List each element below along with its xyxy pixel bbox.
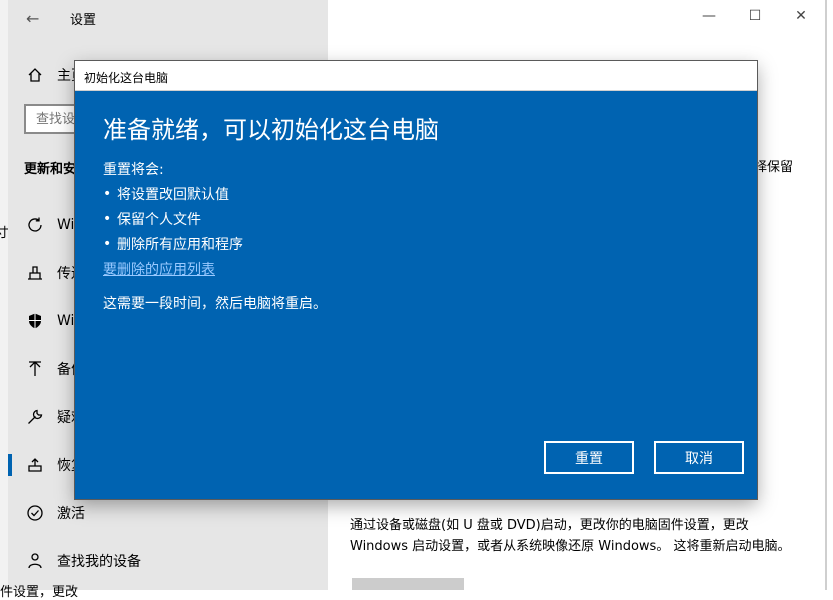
close-button[interactable]: ✕ — [778, 0, 824, 32]
sync-icon — [23, 213, 47, 237]
list-item-text: 删除所有应用和程序 — [117, 237, 243, 253]
window-border — [825, 0, 827, 590]
sidebar-item-activation[interactable]: 激活 — [8, 493, 328, 533]
minimize-icon: — — [702, 8, 716, 24]
edge-text-fragment: 寸 — [0, 226, 8, 241]
dialog-titlebar: 初始化这台电脑 — [75, 61, 757, 91]
list-item-text: 保留个人文件 — [117, 212, 201, 228]
sidebar-item-label: Wi — [57, 217, 75, 233]
dialog-intro: 重置将会: — [103, 162, 164, 178]
advanced-startup-description: 通过设备或磁盘(如 U 盘或 DVD)启动，更改你的电脑固件设置，更改 Wind… — [350, 518, 791, 554]
close-icon: ✕ — [795, 8, 807, 24]
sidebar-item-label: 激活 — [57, 506, 85, 522]
apps-to-remove-link[interactable]: 要删除的应用列表 — [103, 259, 215, 279]
background-window-edge: 寸 — [0, 0, 8, 590]
cut-off-text: 件设置，更改 — [0, 585, 79, 600]
restart-now-button[interactable] — [352, 578, 464, 590]
home-icon — [23, 63, 47, 87]
minimize-button[interactable]: — — [686, 0, 732, 32]
reset-pc-dialog: 初始化这台电脑 准备就绪，可以初始化这台电脑 重置将会: • 将设置改回默认值 … — [75, 61, 757, 499]
person-location-icon — [23, 549, 47, 573]
list-item: • 将设置改回默认值 — [103, 184, 229, 204]
section-heading: 更新和安 — [24, 162, 77, 177]
maximize-button[interactable]: ☐ — [732, 0, 778, 32]
backup-arrow-icon — [23, 357, 47, 381]
maximize-icon: ☐ — [748, 8, 762, 24]
recovery-icon — [23, 453, 47, 477]
check-circle-icon — [23, 501, 47, 525]
bullet-icon: • — [103, 236, 112, 252]
shield-icon — [23, 309, 47, 333]
app-title: 设置 — [70, 13, 97, 28]
delivery-icon — [23, 261, 47, 285]
dialog-heading: 准备就绪，可以初始化这台电脑 — [103, 116, 439, 144]
sidebar-item-find-my-device[interactable]: 查找我的设备 — [8, 541, 328, 581]
back-arrow-icon[interactable]: ← — [26, 9, 39, 28]
dialog-title: 初始化这台电脑 — [84, 71, 169, 85]
bullet-icon: • — [103, 186, 112, 202]
list-item-text: 将设置改回默认值 — [117, 187, 229, 203]
dialog-note: 这需要一段时间，然后电脑将重启。 — [103, 296, 327, 312]
reset-button[interactable]: 重置 — [544, 441, 634, 474]
list-item: • 删除所有应用和程序 — [103, 234, 243, 254]
sidebar-item-label: Wi — [57, 313, 75, 329]
sidebar-item-label: 查找我的设备 — [57, 554, 141, 570]
wrench-icon — [23, 405, 47, 429]
bullet-icon: • — [103, 211, 112, 227]
content-text-fragment: 择保留 — [754, 160, 794, 175]
list-item: • 保留个人文件 — [103, 209, 201, 229]
cancel-button[interactable]: 取消 — [654, 441, 744, 474]
